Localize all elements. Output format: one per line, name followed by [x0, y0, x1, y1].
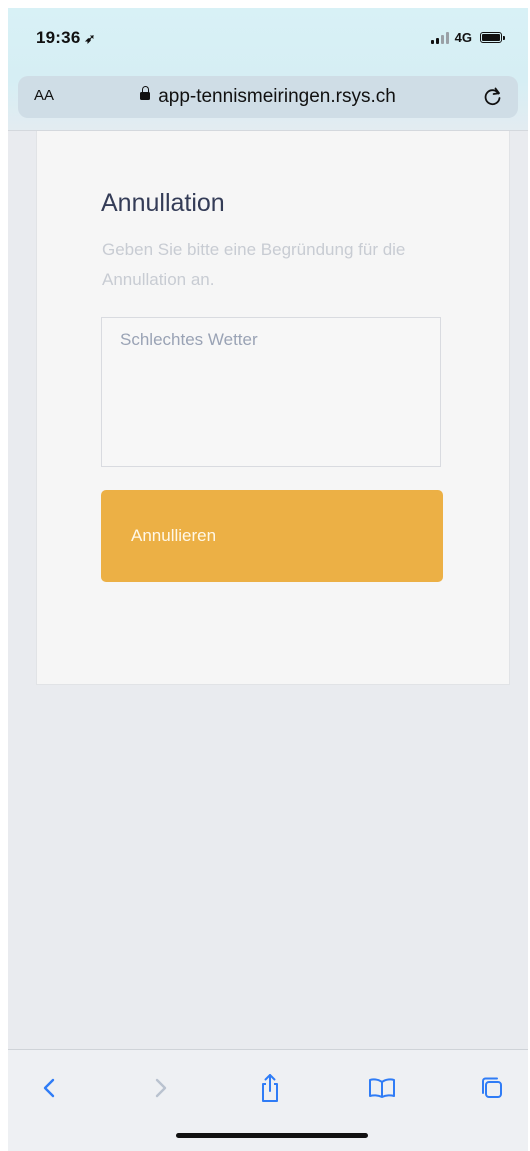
back-button[interactable] [32, 1070, 68, 1106]
back-icon [43, 1078, 55, 1098]
url-display[interactable]: app-tennismeiringen.rsys.ch [18, 85, 518, 108]
url-text: app-tennismeiringen.rsys.ch [158, 86, 396, 107]
address-bar[interactable]: AA app-tennismeiringen.rsys.ch [18, 76, 518, 118]
browser-toolbar [8, 1049, 528, 1151]
browser-top-chrome: 19:36 ➶ 4G AA app-tennismeiringen.rsys.ch [8, 8, 528, 131]
share-icon [262, 1074, 278, 1102]
forward-icon [155, 1078, 167, 1098]
forward-button[interactable] [142, 1070, 178, 1106]
bookmarks-icon [369, 1078, 395, 1098]
cancellation-card: Annullation Geben Sie bitte eine Begründ… [36, 131, 510, 685]
reload-icon[interactable] [482, 85, 504, 107]
tabs-icon [482, 1077, 502, 1098]
page-content: Annullation Geben Sie bitte eine Begründ… [8, 131, 528, 1049]
status-time-text: 19:36 [36, 28, 81, 47]
tabs-button[interactable] [474, 1070, 510, 1106]
home-indicator[interactable] [176, 1133, 368, 1138]
phone-screen: 19:36 ➶ 4G AA app-tennismeiringen.rsys.ch [8, 8, 528, 1151]
card-description: Geben Sie bitte eine Begründung für die … [102, 240, 406, 289]
reason-input[interactable]: Schlechtes Wetter [101, 317, 441, 467]
location-arrow-icon: ➶ [84, 31, 96, 46]
network-type-label: 4G [454, 30, 472, 45]
status-bar-indicators: 4G [430, 30, 505, 45]
status-bar-time: 19:36 ➶ [36, 28, 96, 48]
cancel-booking-button[interactable]: Annullieren [101, 490, 443, 582]
bookmarks-button[interactable] [364, 1070, 400, 1106]
share-button[interactable] [252, 1070, 288, 1106]
signal-strength-icon [430, 31, 449, 44]
lock-icon [140, 85, 151, 100]
battery-icon [480, 32, 505, 43]
card-title: Annullation [101, 189, 225, 217]
